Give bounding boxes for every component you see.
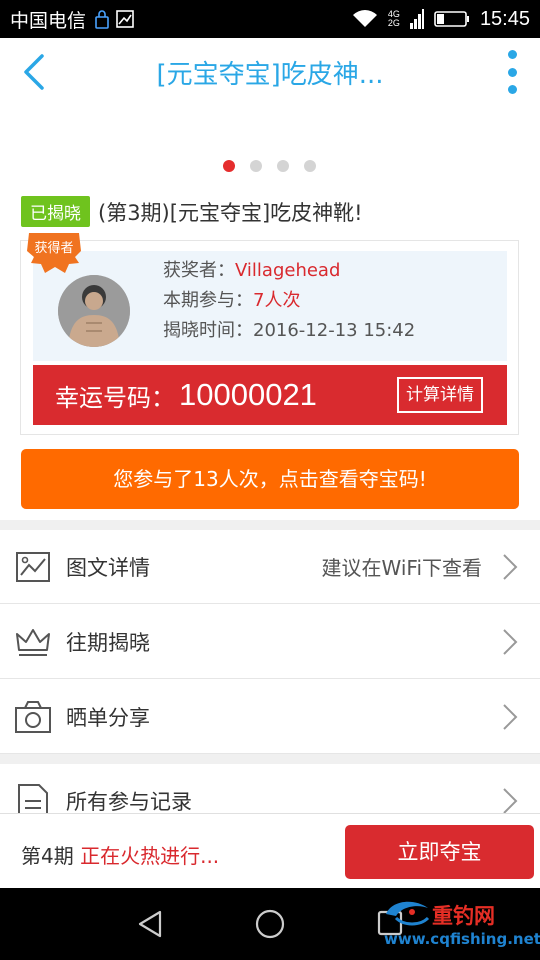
- carousel-dot[interactable]: [250, 160, 262, 172]
- nav-back-icon[interactable]: [136, 909, 164, 939]
- list-item-past-results[interactable]: 往期揭晓: [0, 605, 540, 679]
- chevron-right-icon: [503, 703, 518, 730]
- watermark-url: www.cqfishing.net: [384, 930, 540, 948]
- lucky-number-label: 幸运号码：: [55, 383, 175, 412]
- reveal-time-row: 揭晓时间：2016-12-13 15:42: [163, 320, 416, 341]
- wifi-hint: 建议在WiFi下查看: [321, 556, 483, 580]
- list-item-label: 晒单分享: [66, 705, 150, 730]
- bottom-action-bar: 第4期 正在火热进行... 立即夺宝: [0, 813, 540, 888]
- more-menu-button[interactable]: [504, 50, 520, 94]
- product-title: (第3期)[元宝夺宝]吃皮神靴!: [98, 200, 363, 225]
- site-watermark: 重钓网 www.cqfishing.net: [380, 894, 540, 954]
- participation-row: 本期参与：7人次: [163, 290, 301, 311]
- list-item-label: 所有参与记录: [66, 789, 192, 814]
- battery-icon: [434, 11, 469, 27]
- carousel-dot[interactable]: [223, 160, 235, 172]
- product-heading: 已揭晓 (第3期)[元宝夺宝]吃皮神靴!: [21, 196, 363, 227]
- lucky-number: 10000021: [179, 377, 317, 412]
- more-dot-icon: [507, 67, 517, 77]
- gallery-notification-icon: [116, 10, 134, 28]
- reveal-time: 2016-12-13 15:42: [253, 320, 416, 341]
- crown-icon: [16, 628, 50, 656]
- more-dot-icon: [507, 50, 517, 59]
- avatar[interactable]: [58, 275, 130, 347]
- chevron-right-icon: [503, 628, 518, 655]
- winner-name[interactable]: Villagehead: [235, 260, 340, 281]
- period-number: 第4期: [21, 844, 74, 868]
- network-type: 4G 2G: [387, 9, 400, 28]
- winner-card: 获奖者：Villagehead 本期参与：7人次 揭晓时间：2016-12-13…: [20, 233, 519, 435]
- signal-icon: [409, 9, 424, 29]
- status-badge: 已揭晓: [21, 196, 90, 227]
- lucky-number-bar: 幸运号码： 10000021 计算详情: [33, 365, 507, 425]
- winner-details: 获奖者：Villagehead 本期参与：7人次 揭晓时间：2016-12-13…: [163, 256, 415, 346]
- chevron-right-icon: [503, 787, 518, 814]
- fishing-logo-icon: [386, 901, 430, 926]
- chevron-right-icon: [503, 553, 518, 580]
- list-item-label: 往期揭晓: [66, 630, 150, 655]
- watermark-brand: 重钓网: [432, 904, 495, 928]
- user-photo-icon: [58, 275, 130, 347]
- buy-now-button[interactable]: 立即夺宝: [345, 825, 534, 879]
- more-dot-icon: [507, 85, 517, 94]
- sim-lock-icon: [95, 10, 109, 29]
- winner-name-row: 获奖者：Villagehead: [163, 260, 341, 281]
- image-icon: [16, 551, 50, 582]
- list-item-graphic-details[interactable]: 图文详情 建议在WiFi下查看: [0, 530, 540, 604]
- back-button[interactable]: [16, 52, 52, 92]
- list-item-share-orders[interactable]: 晒单分享: [0, 680, 540, 754]
- section-divider: [0, 754, 540, 764]
- next-period-status: 第4期 正在火热进行...: [21, 840, 219, 869]
- participation-count: 7人次: [253, 290, 301, 311]
- nav-home-icon[interactable]: [254, 908, 286, 940]
- chevron-left-icon: [24, 54, 44, 90]
- period-status: 正在火热进行...: [80, 844, 220, 868]
- list-item-label: 图文详情: [66, 555, 150, 580]
- system-navigation-bar: 重钓网 www.cqfishing.net: [0, 888, 540, 960]
- winner-info-box: 获奖者：Villagehead 本期参与：7人次 揭晓时间：2016-12-13…: [33, 251, 507, 361]
- calculation-details-button[interactable]: 计算详情: [397, 377, 483, 413]
- section-divider: [0, 520, 540, 530]
- camera-icon: [15, 700, 51, 733]
- winner-ribbon: 获得者: [25, 233, 83, 273]
- carousel-dot[interactable]: [277, 160, 289, 172]
- status-bar: 中国电信 4G 2G 15:45: [0, 0, 540, 38]
- carousel-indicator: [223, 160, 316, 172]
- app-header: [元宝夺宝]吃皮神...: [0, 38, 540, 106]
- wifi-icon: [352, 10, 377, 27]
- page-title: [元宝夺宝]吃皮神...: [156, 60, 384, 90]
- view-codes-button[interactable]: 您参与了13人次，点击查看夺宝码!: [21, 449, 519, 509]
- carrier-name: 中国电信: [10, 9, 87, 32]
- clock: 15:45: [479, 7, 530, 30]
- carousel-dot[interactable]: [304, 160, 316, 172]
